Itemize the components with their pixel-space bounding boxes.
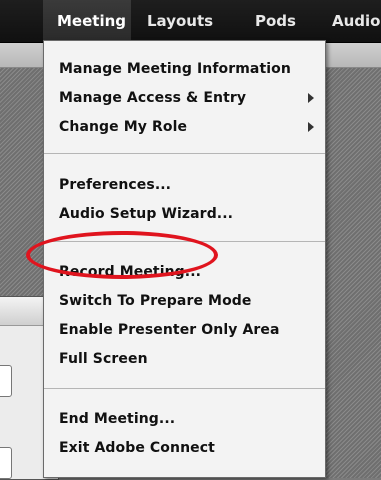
menu-item-full-screen[interactable]: Full Screen [59, 347, 314, 371]
menu-item-manage-meeting-information[interactable]: Manage Meeting Information [59, 57, 314, 81]
submenu-arrow-icon [308, 93, 314, 103]
menu-pods[interactable]: Pods [255, 0, 296, 42]
menu-item-label: Full Screen [59, 351, 148, 367]
menu-item-label: End Meeting... [59, 411, 176, 427]
submenu-arrow-icon [308, 122, 314, 132]
menu-bar: Meeting Layouts Pods Audio [0, 0, 381, 43]
menu-layouts[interactable]: Layouts [147, 0, 213, 42]
menu-separator [44, 153, 325, 154]
menu-audio[interactable]: Audio [332, 0, 380, 42]
menu-item-label: Switch To Prepare Mode [59, 293, 252, 309]
dialog-input-field[interactable] [0, 447, 12, 479]
menu-item-label: Enable Presenter Only Area [59, 322, 280, 338]
menu-item-label: Manage Meeting Information [59, 61, 291, 77]
menu-item-end-meeting[interactable]: End Meeting... [59, 407, 314, 431]
menu-separator [44, 388, 325, 389]
menu-item-label: Change My Role [59, 119, 188, 135]
red-highlight-ellipse [26, 231, 218, 279]
menu-item-preferences[interactable]: Preferences... [59, 173, 314, 197]
menu-item-enable-presenter-only-area[interactable]: Enable Presenter Only Area [59, 318, 314, 342]
menu-item-change-my-role[interactable]: Change My Role [59, 115, 314, 139]
menu-meeting[interactable]: Meeting [43, 0, 131, 42]
menu-item-label: Exit Adobe Connect [59, 440, 215, 456]
dialog-input-field[interactable] [0, 365, 12, 397]
menu-item-label: Manage Access & Entry [59, 90, 247, 106]
menu-item-switch-to-prepare-mode[interactable]: Switch To Prepare Mode [59, 289, 314, 313]
menu-item-label: Audio Setup Wizard... [59, 206, 234, 222]
menu-item-manage-access-entry[interactable]: Manage Access & Entry [59, 86, 314, 110]
menu-item-exit-adobe-connect[interactable]: Exit Adobe Connect [59, 436, 314, 460]
menu-item-audio-setup-wizard[interactable]: Audio Setup Wizard... [59, 202, 314, 226]
menu-item-label: Preferences... [59, 177, 172, 193]
